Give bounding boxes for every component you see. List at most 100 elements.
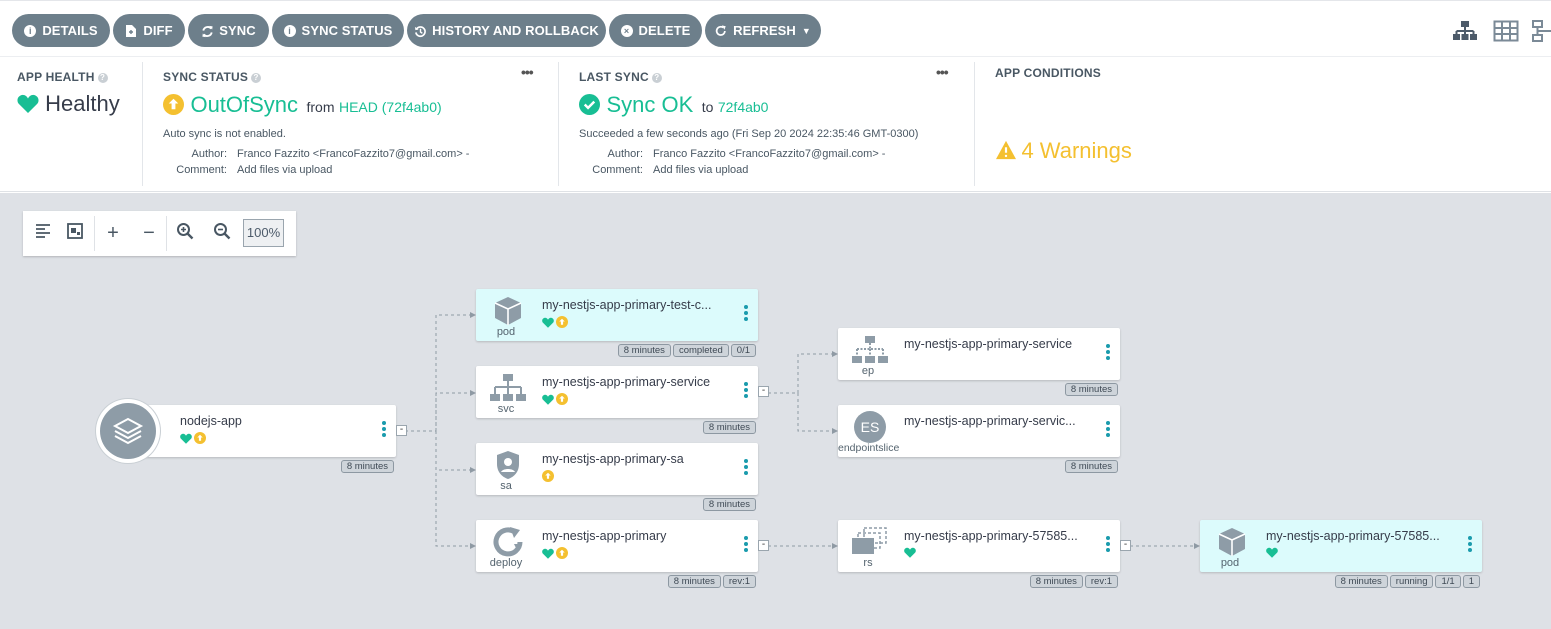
tag: 8 minutes: [1334, 575, 1388, 588]
app-conditions-value[interactable]: 4 Warnings: [995, 138, 1132, 164]
heart-icon: [904, 547, 916, 558]
endpointslice-icon: ES: [848, 411, 892, 443]
tree-view-icon[interactable]: [1452, 19, 1478, 43]
collapse-toggle[interactable]: -: [1120, 540, 1131, 551]
tag: 1: [1462, 575, 1480, 588]
resource-node-ep[interactable]: ep my-nestjs-app-primary-service 8 minut…: [838, 328, 1120, 396]
node-status: [542, 393, 568, 405]
es-badge: ES: [854, 411, 886, 443]
refresh-button[interactable]: REFRESH ▼: [705, 14, 821, 47]
revision-link[interactable]: HEAD (72f4ab0): [339, 99, 442, 115]
node-kind: pod: [1220, 557, 1240, 569]
collapse-toggle[interactable]: -: [396, 425, 407, 436]
pod-icon: [1210, 527, 1254, 557]
node-menu-icon[interactable]: [744, 305, 748, 323]
delete-icon: ×: [620, 24, 633, 37]
collapse-toggle[interactable]: -: [758, 540, 769, 551]
history-and-rollback-button[interactable]: HISTORY AND ROLLBACK: [407, 14, 606, 47]
out-of-sync-icon: [556, 316, 568, 328]
node-menu-icon[interactable]: [744, 459, 748, 477]
file-diff-icon: [125, 24, 137, 37]
revision-link[interactable]: 72f4ab0: [718, 99, 769, 115]
node-tags: 8 minutes completed 0/1: [617, 344, 756, 357]
node-tags: 8 minutes rev:1: [667, 575, 756, 588]
sync-status-more-icon[interactable]: •••: [521, 64, 534, 80]
node-menu-icon[interactable]: [1106, 536, 1110, 554]
app-icon-wrapper: [96, 399, 160, 463]
node-tags: 8 minutes: [1064, 460, 1118, 473]
node-name: my-nestjs-app-primary-57585...: [1266, 529, 1440, 543]
heart-icon: [180, 433, 192, 444]
heart-icon: [1266, 547, 1278, 558]
tag: rev:1: [722, 575, 756, 588]
last-sync-value: Sync OK to 72f4ab0: [579, 92, 768, 118]
node-menu-icon[interactable]: [744, 536, 748, 554]
tag: 1/1: [1435, 575, 1461, 588]
tag: 8 minutes: [702, 421, 756, 434]
help-icon[interactable]: ?: [251, 72, 262, 83]
node-name: my-nestjs-app-primary-57585...: [904, 529, 1078, 543]
resource-node-pod[interactable]: pod my-nestjs-app-primary-57585... 8 min…: [1200, 520, 1482, 588]
last-sync-detail: Succeeded a few seconds ago (Fri Sep 20 …: [579, 128, 919, 140]
app-node[interactable]: nodejs-app 8 minutes: [96, 399, 396, 473]
sync-status-button[interactable]: i SYNC STATUS: [272, 14, 404, 47]
network-view-icon[interactable]: [1532, 19, 1551, 43]
auto-sync-text: Auto sync is not enabled.: [163, 128, 286, 140]
layers-icon: [100, 403, 156, 459]
node-tags: 8 minutes rev:1: [1029, 575, 1118, 588]
node-tags: 8 minutes: [702, 421, 756, 434]
grid-view-icon[interactable]: [1493, 19, 1519, 43]
node-status: [904, 547, 916, 558]
divider: [558, 62, 559, 186]
node-menu-icon[interactable]: [1468, 536, 1472, 554]
node-status: [542, 547, 568, 559]
chevron-down-icon: ▼: [801, 25, 811, 36]
node-status: [1266, 547, 1278, 558]
node-menu-icon[interactable]: [382, 421, 386, 439]
out-of-sync-icon: [556, 393, 568, 405]
comment-value: Add files via upload: [653, 164, 749, 176]
node-menu-icon[interactable]: [1106, 344, 1110, 362]
heart-icon: [542, 317, 554, 328]
node-kind: sa: [500, 480, 512, 492]
last-sync-more-icon[interactable]: •••: [936, 64, 949, 80]
details-button[interactable]: i DETAILS: [12, 14, 110, 47]
divider: [974, 62, 975, 186]
resource-node-sa[interactable]: sa my-nestjs-app-primary-sa 8 minutes: [476, 443, 758, 511]
node-menu-icon[interactable]: [1106, 421, 1110, 439]
warning-icon: [996, 140, 1016, 160]
sync-button[interactable]: SYNC: [188, 14, 269, 47]
status-panel: APP HEALTH? Healthy SYNC STATUS? ••• Out…: [0, 58, 1551, 192]
diff-button[interactable]: DIFF: [113, 14, 185, 47]
resource-node-deploy[interactable]: deploy my-nestjs-app-primary 8 minutes r…: [476, 520, 758, 588]
node-kind: endpointslice: [838, 442, 900, 454]
resource-node-pod[interactable]: pod my-nestjs-app-primary-test-c... 8 mi…: [476, 289, 758, 357]
sync-status-value: OutOfSync from HEAD (72f4ab0): [163, 92, 442, 118]
tag: running: [1389, 575, 1434, 588]
resource-tree-canvas[interactable]: + − 100% nodejs-app 8 minutes - pod my-n…: [0, 193, 1551, 629]
node-menu-icon[interactable]: [744, 382, 748, 400]
heart-icon: [17, 94, 39, 113]
tag: 8 minutes: [617, 344, 671, 357]
tag: 8 minutes: [702, 498, 756, 511]
arrow-circle-up-icon: [163, 94, 184, 115]
tag: 0/1: [730, 344, 756, 357]
resource-node-rs[interactable]: rs my-nestjs-app-primary-57585... 8 minu…: [838, 520, 1120, 588]
tag: 8 minutes: [1029, 575, 1083, 588]
app-conditions-title: APP CONDITIONS: [995, 66, 1101, 80]
divider: [142, 62, 143, 186]
node-kind: svc: [497, 403, 515, 415]
comment-value: Add files via upload: [237, 164, 333, 176]
help-icon[interactable]: ?: [651, 72, 662, 83]
delete-button[interactable]: × DELETE: [609, 14, 702, 47]
node-tags: 8 minutes: [702, 498, 756, 511]
service-account-icon: [486, 450, 530, 480]
tag: 8 minutes: [1064, 383, 1118, 396]
out-of-sync-icon: [542, 470, 554, 482]
collapse-toggle[interactable]: -: [758, 386, 769, 397]
resource-node-svc[interactable]: svc my-nestjs-app-primary-service 8 minu…: [476, 366, 758, 434]
refresh-icon: [715, 24, 727, 37]
resource-node-endpointslice[interactable]: ES endpointslice my-nestjs-app-primary-s…: [838, 405, 1120, 473]
help-icon[interactable]: ?: [97, 72, 108, 83]
node-kind: ep: [861, 365, 875, 377]
